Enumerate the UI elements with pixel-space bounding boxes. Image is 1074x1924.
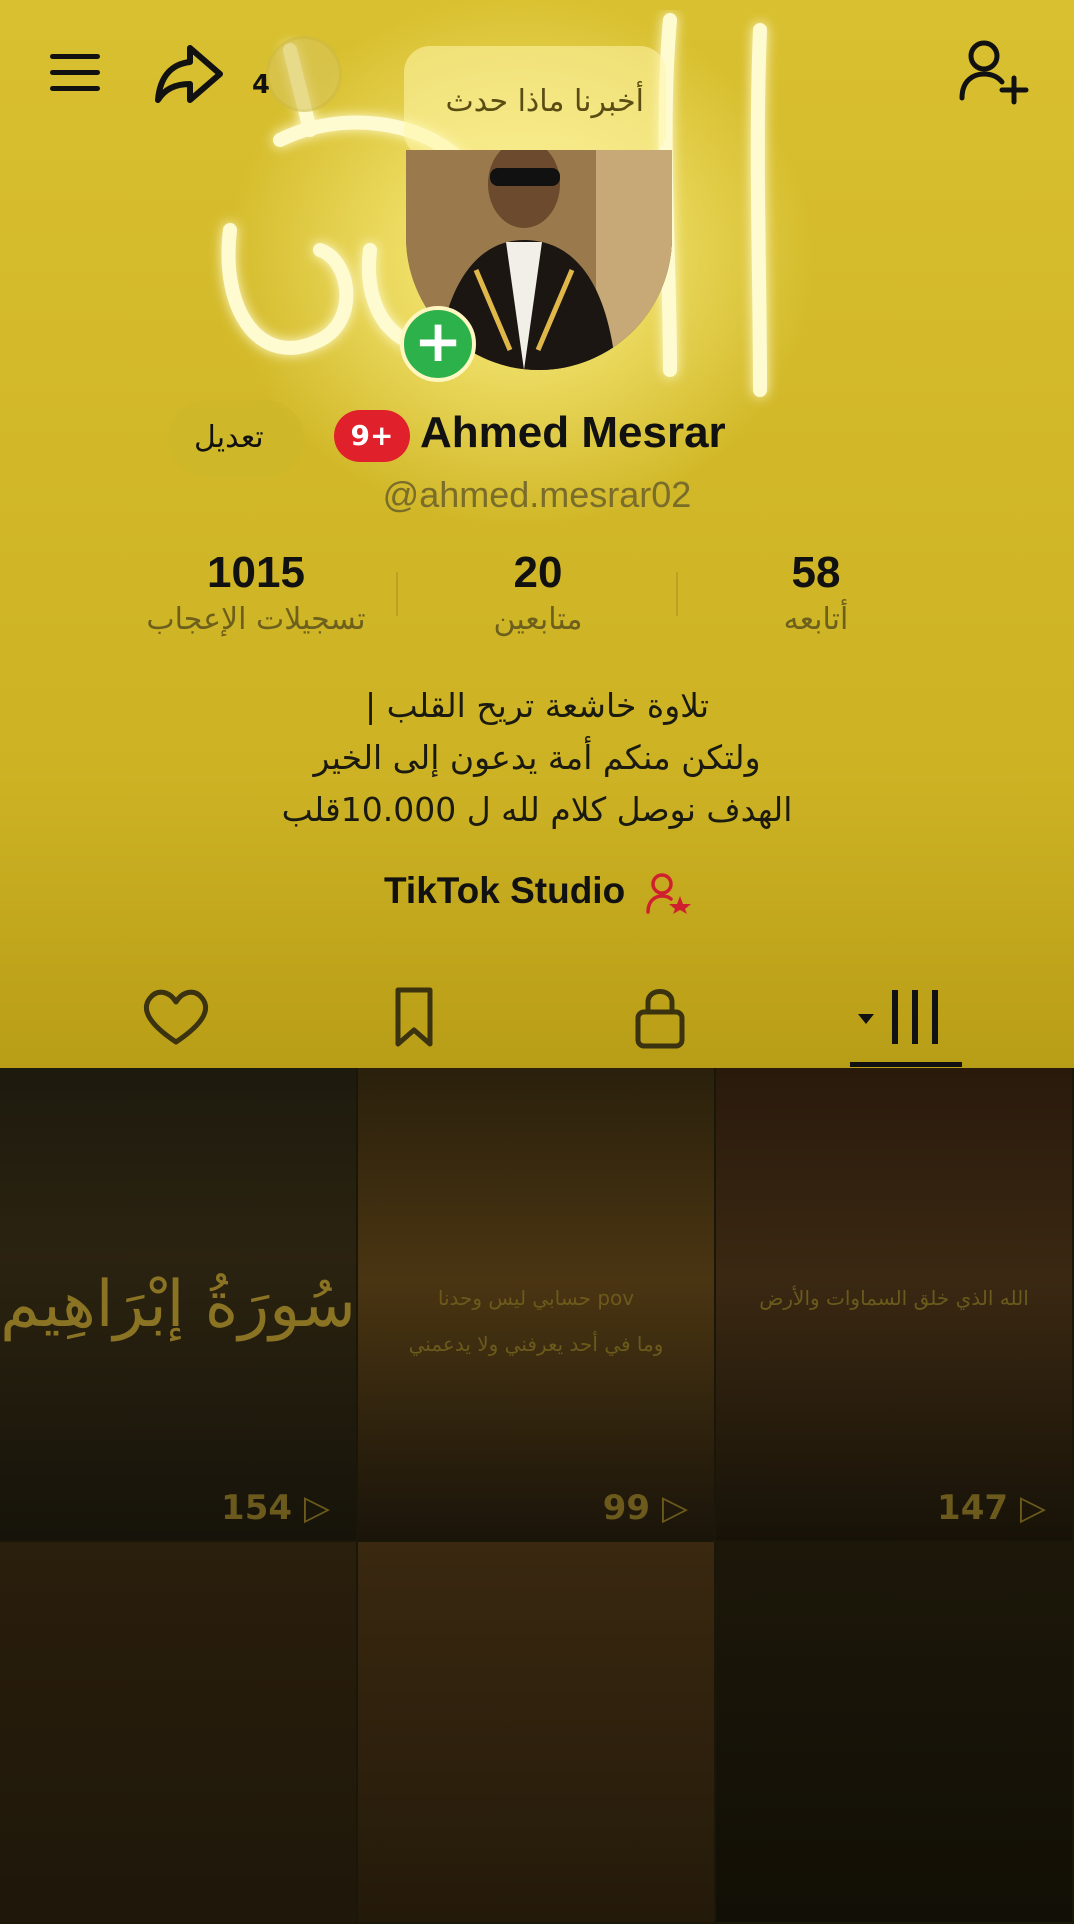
edit-profile-button[interactable]: تعديل xyxy=(168,400,304,478)
video-grid: سُورَةُ إبْرَاهِيم 154 ▷ pov حسابي ليس و… xyxy=(0,1068,1074,1924)
liked-videos-heart-icon[interactable] xyxy=(136,984,216,1050)
profile-tabs xyxy=(0,970,1074,1070)
followers-label: متابعين xyxy=(493,602,583,637)
edit-profile-label: تعديل xyxy=(194,420,264,455)
video-overlay-text: وما في أحد يعرفني ولا يدعمني xyxy=(408,1332,664,1356)
video-tile[interactable] xyxy=(0,1542,358,1924)
stat-likes[interactable]: 1015 تسجيلات الإعجاب xyxy=(106,548,406,637)
likes-count: 1015 xyxy=(207,548,305,597)
display-name: Ahmed Mesrar xyxy=(420,408,726,457)
notification-badge[interactable]: 9+ xyxy=(334,410,410,462)
video-tile[interactable]: pov حسابي ليس وحدنا وما في أحد يعرفني ول… xyxy=(358,1068,716,1542)
mini-avatar[interactable] xyxy=(266,36,342,112)
likes-label: تسجيلات الإعجاب xyxy=(146,602,366,637)
private-lock-icon[interactable] xyxy=(620,984,700,1050)
creator-star-icon[interactable] xyxy=(646,872,692,914)
active-tab-indicator xyxy=(850,1062,962,1067)
add-friend-icon[interactable] xyxy=(956,36,1032,106)
favorites-bookmark-icon[interactable] xyxy=(374,984,454,1050)
video-tile[interactable]: الله الذي خلق السماوات والأرض 147 ▷ xyxy=(716,1068,1074,1542)
video-overlay-text: الله الذي خلق السماوات والأرض xyxy=(759,1286,1029,1310)
video-tile[interactable]: سُورَةُ إبْرَاهِيم 154 ▷ xyxy=(0,1068,358,1542)
bio-line: تلاوة خاشعة تريح القلب | xyxy=(364,686,710,725)
video-view-count: 99 ▷ xyxy=(602,1488,688,1528)
video-view-count: 154 ▷ xyxy=(221,1488,330,1528)
video-tile[interactable] xyxy=(358,1542,716,1924)
following-label: أتابعه xyxy=(783,602,849,637)
profile-bio: تلاوة خاشعة تريح القلب | ولتكن منكم أمة … xyxy=(0,680,1074,836)
add-story-button[interactable]: + xyxy=(400,306,476,382)
share-icon[interactable] xyxy=(152,40,228,106)
video-tile[interactable] xyxy=(716,1542,1074,1924)
tiktok-studio-link[interactable]: TikTok Studio xyxy=(384,870,625,912)
videos-grid-icon[interactable] xyxy=(856,984,956,1050)
status-prompt-bubble[interactable]: أخبرنا ماذا حدث xyxy=(404,46,666,158)
followers-count: 20 xyxy=(513,548,563,597)
username[interactable]: @ahmed.mesrar02 xyxy=(0,474,1074,516)
stat-followers[interactable]: 20 متابعين xyxy=(388,548,688,637)
video-view-count: 147 ▷ xyxy=(937,1488,1046,1528)
stat-following[interactable]: 58 أتابعه xyxy=(666,548,966,637)
video-overlay-text: pov حسابي ليس وحدنا xyxy=(437,1286,635,1310)
bio-line: ولتكن منكم أمة يدعون إلى الخير xyxy=(313,738,761,777)
following-count: 58 xyxy=(791,548,841,597)
menu-icon[interactable] xyxy=(46,50,106,96)
bio-line: الهدف نوصل كلام لله ل 10.000قلب xyxy=(281,790,793,829)
video-calligraphy: سُورَةُ إبْرَاهِيم xyxy=(0,1268,356,1342)
status-prompt-text: أخبرنا ماذا حدث xyxy=(445,84,645,119)
